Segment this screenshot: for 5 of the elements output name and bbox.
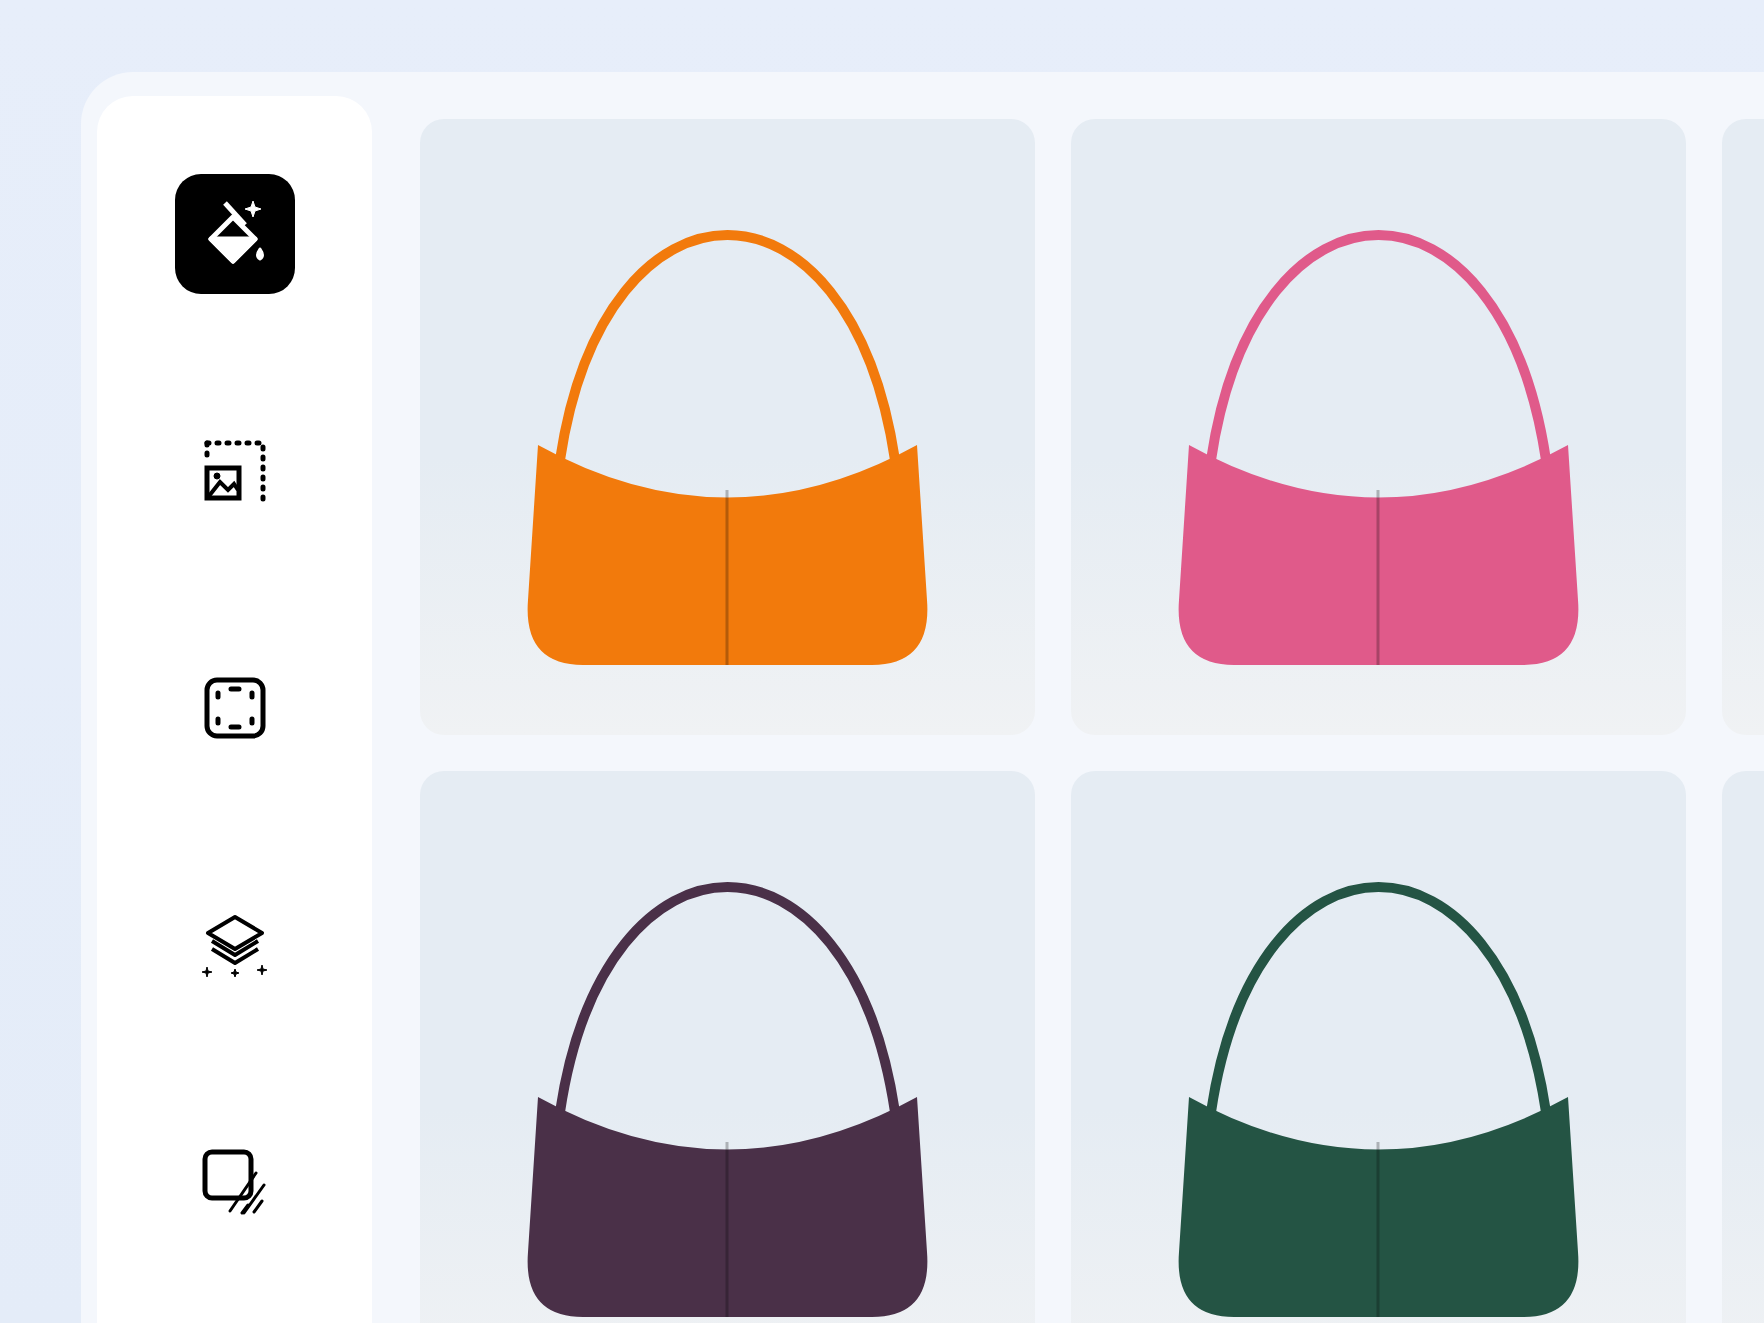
focus-frame-icon [203, 677, 266, 739]
image-selection-icon [203, 440, 266, 502]
layers-icon [201, 913, 268, 977]
square-shadow-icon [201, 1149, 268, 1215]
tool-button[interactable] [174, 174, 295, 294]
